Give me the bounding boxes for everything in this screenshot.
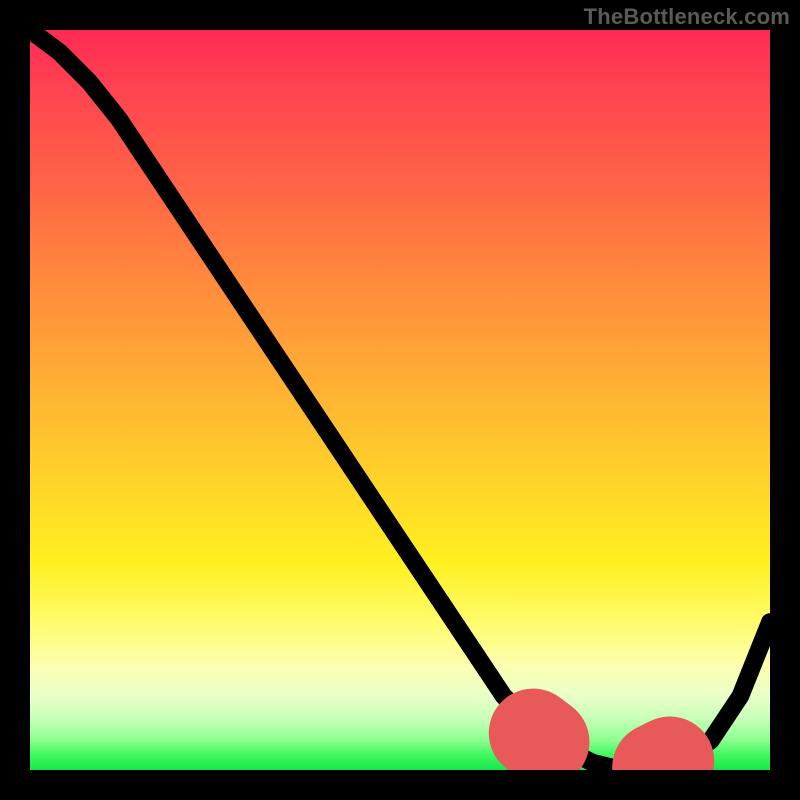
- chart-frame: TheBottleneck.com: [0, 0, 800, 800]
- gradient-background: [30, 30, 770, 770]
- plot-area: [30, 30, 770, 770]
- watermark-text: TheBottleneck.com: [584, 4, 790, 30]
